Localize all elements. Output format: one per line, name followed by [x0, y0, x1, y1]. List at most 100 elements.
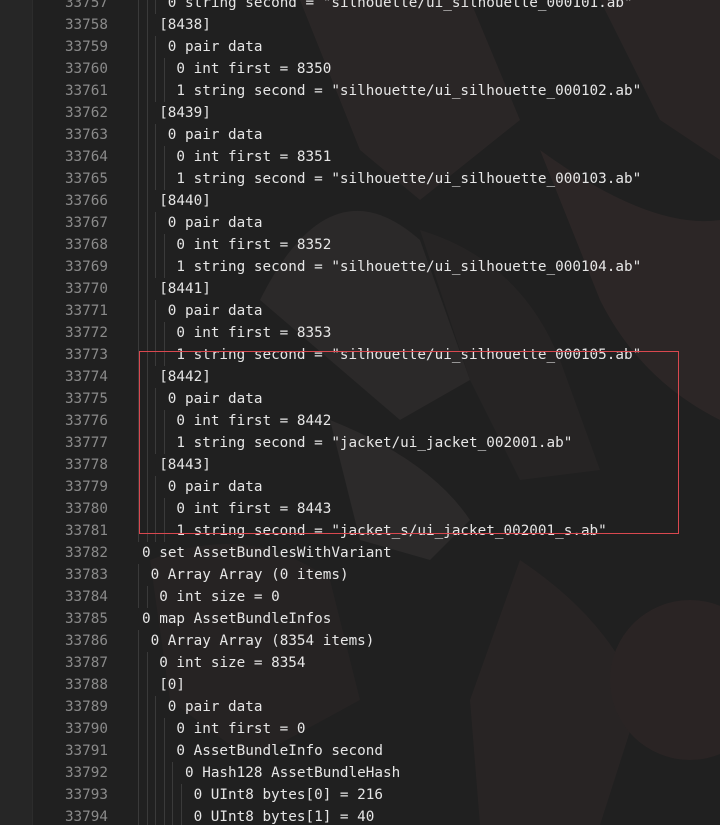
indent-guide: [155, 256, 157, 278]
code-line[interactable]: 33761 1 string second = "silhouette/ui_si…: [0, 80, 720, 102]
code-line[interactable]: 33758 [8438]: [0, 14, 720, 36]
line-number: 33757: [64, 0, 108, 11]
indent-guide: [146, 454, 148, 476]
indent-guide: [146, 190, 148, 212]
indent-guide: [146, 256, 148, 278]
indent-guide: [146, 80, 148, 102]
code-text: [8440]: [159, 193, 211, 209]
line-number: 33758: [64, 17, 108, 33]
indent-guide: [163, 718, 165, 740]
code-line[interactable]: 33794 0 UInt8 bytes[1] = 40: [0, 806, 720, 825]
code-line[interactable]: 33789 0 pair data: [0, 696, 720, 718]
code-text: 1 string second = "silhouette/ui_silhoue…: [176, 83, 642, 99]
code-line[interactable]: 33793 0 UInt8 bytes[0] = 216: [0, 784, 720, 806]
indent-guide: [163, 762, 165, 784]
indent-guide: [138, 234, 139, 256]
indent-guide: [146, 300, 148, 322]
indent-guide: [163, 322, 165, 344]
line-number: 33764: [64, 149, 108, 165]
indent-guide: [146, 102, 148, 124]
line-number: 33761: [64, 83, 108, 99]
code-line[interactable]: 33787 0 int size = 8354: [0, 652, 720, 674]
code-line[interactable]: 33765 1 string second = "silhouette/ui_si…: [0, 168, 720, 190]
code-line[interactable]: 33778 [8443]: [0, 454, 720, 476]
indent-guide: [155, 146, 157, 168]
indent-guide: [138, 0, 139, 14]
indent-guide: [146, 586, 148, 608]
code-line[interactable]: 33781 1 string second = "jacket_s/ui_jack…: [0, 520, 720, 542]
line-number: 33783: [64, 567, 108, 583]
indent-guide: [181, 806, 182, 825]
code-line[interactable]: 33764 0 int first = 8351: [0, 146, 720, 168]
indent-guide: [138, 432, 139, 454]
indent-guide: [138, 806, 139, 825]
line-number: 33776: [64, 413, 108, 429]
code-text: 0 int first = 0: [176, 721, 306, 737]
code-line[interactable]: 33792 0 Hash128 AssetBundleHash: [0, 762, 720, 784]
line-number: 33766: [64, 193, 108, 209]
line-number: 33775: [64, 391, 108, 407]
code-text: [8443]: [159, 457, 211, 473]
indent-guide: [146, 146, 148, 168]
code-line[interactable]: 33777 1 string second = "jacket/ui_jacket…: [0, 432, 720, 454]
line-number: 33786: [64, 633, 108, 649]
indent-guide: [138, 498, 139, 520]
code-line[interactable]: 33770 [8441]: [0, 278, 720, 300]
code-line[interactable]: 33772 0 int first = 8353: [0, 322, 720, 344]
indent-guide: [155, 498, 157, 520]
code-line[interactable]: 33776 0 int first = 8442: [0, 410, 720, 432]
line-number: 33763: [64, 127, 108, 143]
indent-guide: [146, 784, 148, 806]
code-line[interactable]: 33771 0 pair data: [0, 300, 720, 322]
indent-guide: [138, 300, 139, 322]
indent-guide: [138, 520, 139, 542]
indent-guide: [155, 520, 157, 542]
code-line[interactable]: 33785 0 map AssetBundleInfos: [0, 608, 720, 630]
code-text: [8441]: [159, 281, 211, 297]
code-line[interactable]: 33780 0 int first = 8443: [0, 498, 720, 520]
indent-guide: [138, 322, 139, 344]
indent-guide: [155, 476, 157, 498]
indent-guide: [146, 388, 148, 410]
code-text: 0 UInt8 bytes[1] = 40: [193, 809, 375, 825]
code-line[interactable]: 33783 0 Array Array (0 items): [0, 564, 720, 586]
indent-guide: [155, 784, 157, 806]
indent-guide: [138, 278, 139, 300]
code-line[interactable]: 33779 0 pair data: [0, 476, 720, 498]
code-line[interactable]: 33767 0 pair data: [0, 212, 720, 234]
indent-guide: [138, 718, 139, 740]
code-line[interactable]: 33775 0 pair data: [0, 388, 720, 410]
code-line[interactable]: 33763 0 pair data: [0, 124, 720, 146]
code-editor[interactable]: 33757 0 string second = "silhouette/ui_si…: [0, 0, 720, 825]
code-line[interactable]: 33773 1 string second = "silhouette/ui_si…: [0, 344, 720, 366]
code-line[interactable]: 33769 1 string second = "silhouette/ui_si…: [0, 256, 720, 278]
code-line[interactable]: 33784 0 int size = 0: [0, 586, 720, 608]
indent-guide: [146, 58, 148, 80]
indent-guide: [146, 762, 148, 784]
indent-guide: [172, 762, 174, 784]
code-line[interactable]: 33782 0 set AssetBundlesWithVariant: [0, 542, 720, 564]
code-line[interactable]: 33759 0 pair data: [0, 36, 720, 58]
code-line[interactable]: 33790 0 int first = 0: [0, 718, 720, 740]
code-line[interactable]: 33757 0 string second = "silhouette/ui_si…: [0, 0, 720, 14]
indent-guide: [146, 520, 148, 542]
indent-guide: [155, 58, 157, 80]
code-line[interactable]: 33762 [8439]: [0, 102, 720, 124]
code-text: 0 pair data: [167, 303, 263, 319]
indent-guide: [146, 322, 148, 344]
code-line[interactable]: 33760 0 int first = 8350: [0, 58, 720, 80]
indent-guide: [155, 762, 157, 784]
line-number: 33782: [64, 545, 108, 561]
code-line[interactable]: 33766 [8440]: [0, 190, 720, 212]
indent-guide: [163, 344, 165, 366]
indent-guide: [138, 762, 139, 784]
code-text: [8438]: [159, 17, 211, 33]
code-line[interactable]: 33768 0 int first = 8352: [0, 234, 720, 256]
code-line[interactable]: 33774 [8442]: [0, 366, 720, 388]
indent-guide: [138, 36, 139, 58]
code-line[interactable]: 33786 0 Array Array (8354 items): [0, 630, 720, 652]
line-number: 33759: [64, 39, 108, 55]
code-line[interactable]: 33788 [0]: [0, 674, 720, 696]
code-line[interactable]: 33791 0 AssetBundleInfo second: [0, 740, 720, 762]
line-number: 33794: [64, 809, 108, 825]
